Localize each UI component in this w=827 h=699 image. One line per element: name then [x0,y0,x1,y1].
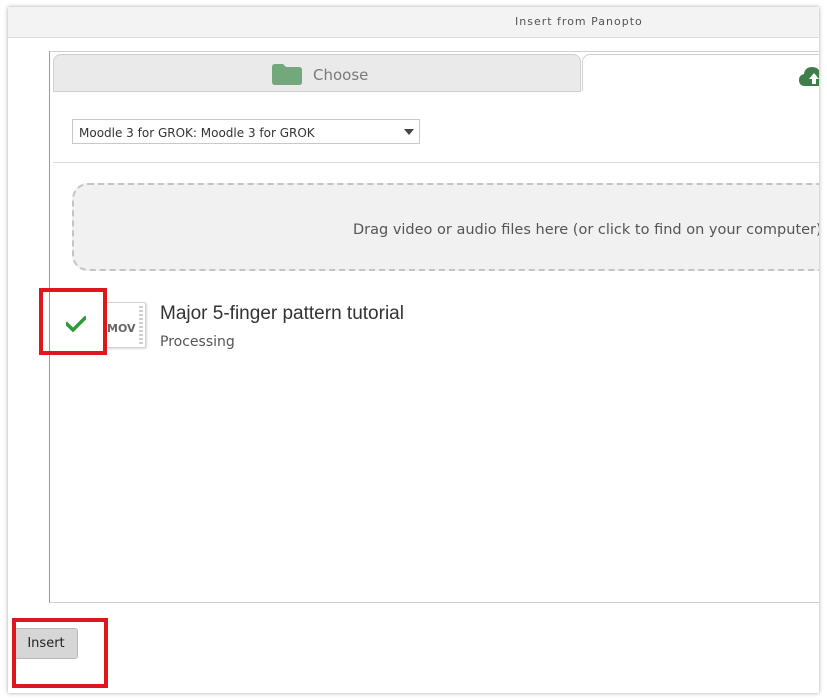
tab-upload[interactable] [582,54,819,91]
upload-status: Processing [160,334,235,350]
title-bar: Insert from Panopto [8,7,819,38]
tab-choose[interactable]: Choose [53,54,581,92]
mov-file-icon: MOV [106,302,146,348]
film-strip-decoration [139,306,143,344]
panopto-frame: Choose Moodle 3 for GROK: Moodle 3 for G… [49,51,819,603]
file-type-label: MOV [107,322,136,335]
window-title: Insert from Panopto [515,15,643,28]
folder-icon [272,64,302,85]
upload-file-title: Major 5-finger pattern tutorial [160,303,404,324]
panopto-dialog: Insert from Panopto Choose Moodle 3 for … [8,7,819,693]
chevron-down-icon [404,129,414,135]
highlight-box-insert [12,618,108,688]
upload-dropzone[interactable]: Drag video or audio files here (or click… [72,183,819,271]
highlight-box-check [39,288,107,355]
cloud-upload-icon [799,67,819,86]
dropzone-text: Drag video or audio files here (or click… [353,222,819,238]
folder-select-value: Moodle 3 for GROK: Moodle 3 for GROK [79,126,315,140]
divider [53,162,819,163]
tab-choose-label: Choose [313,66,369,84]
folder-select[interactable]: Moodle 3 for GROK: Moodle 3 for GROK [72,119,420,144]
